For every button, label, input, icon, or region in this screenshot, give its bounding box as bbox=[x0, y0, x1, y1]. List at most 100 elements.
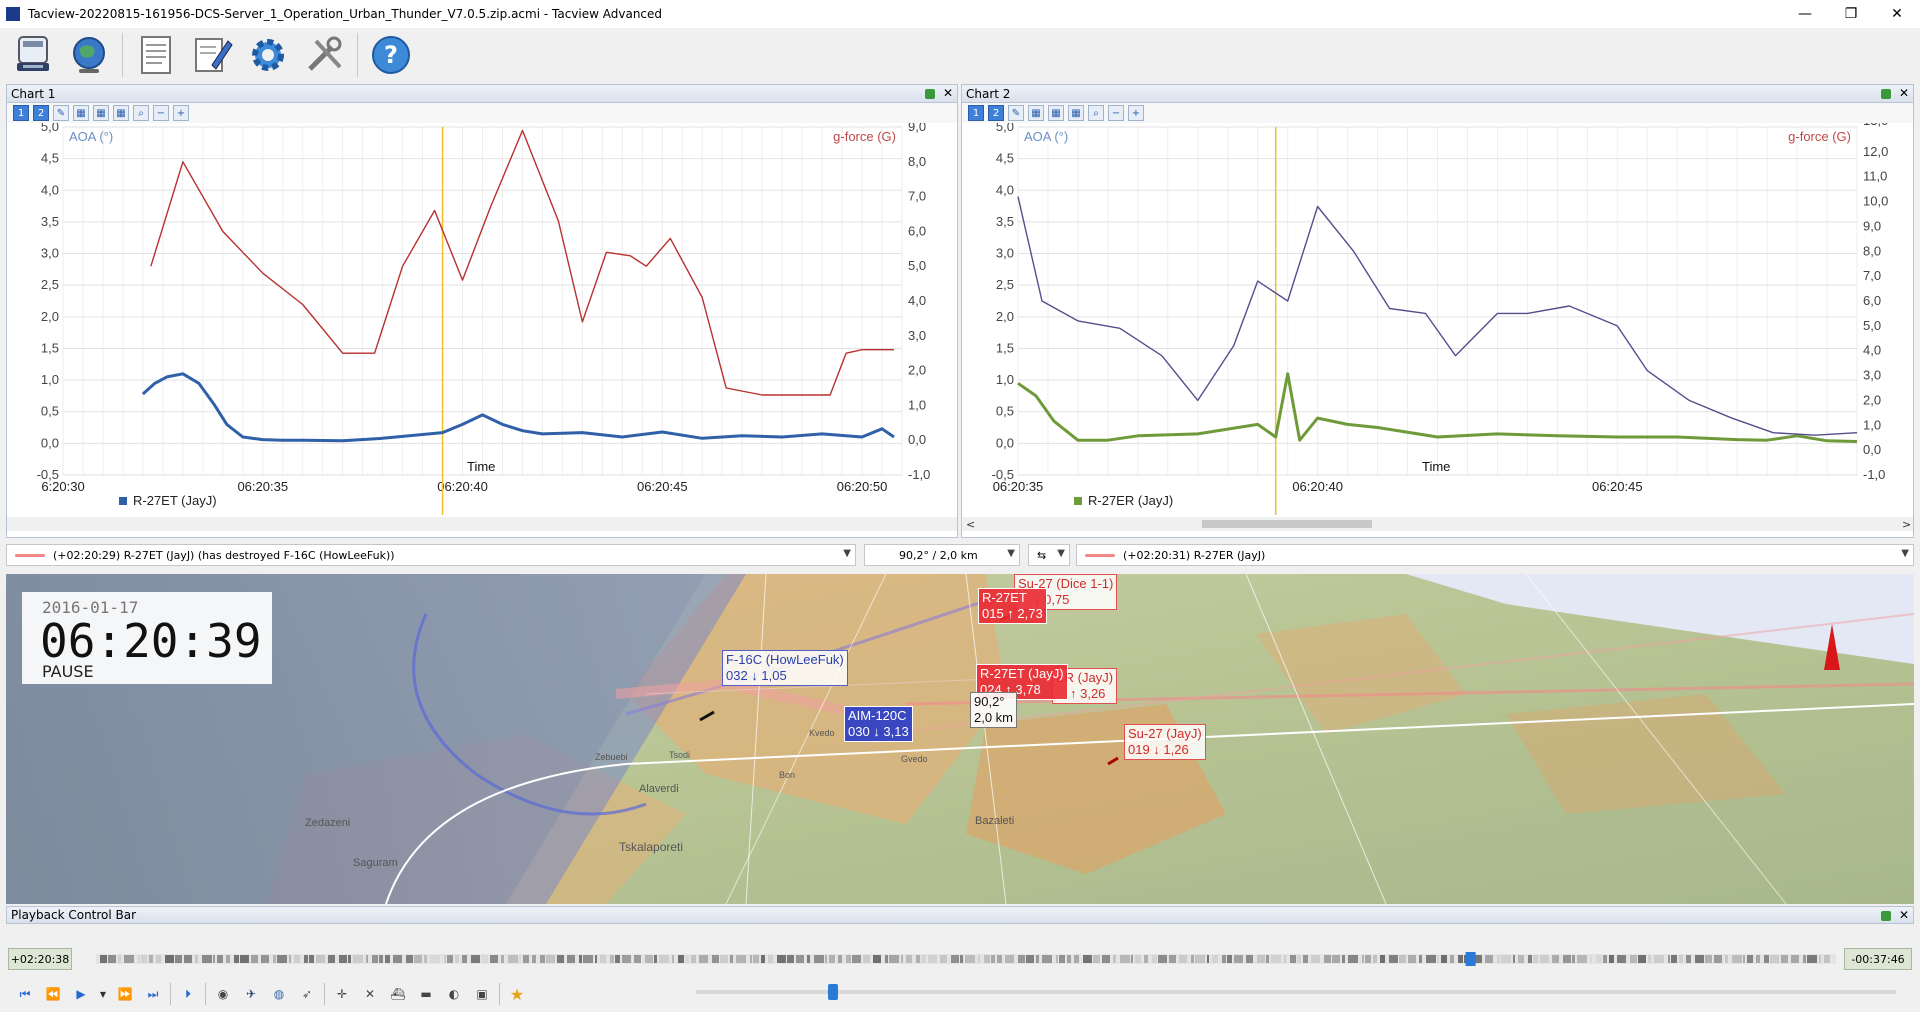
fast-forward-button[interactable]: ⏩ bbox=[114, 983, 136, 1005]
timeline-segment bbox=[217, 955, 223, 963]
pin-icon[interactable] bbox=[1880, 89, 1891, 99]
y2-tick-label: 0,0 bbox=[908, 432, 926, 447]
chart1-highlight-icon[interactable]: ✎ bbox=[53, 105, 69, 121]
chart2-close-button[interactable]: ✕ bbox=[1899, 86, 1909, 100]
missile-view-icon[interactable]: ➶ bbox=[296, 983, 318, 1005]
chart2-highlight-icon[interactable]: ✎ bbox=[1008, 105, 1024, 121]
timeline-segment bbox=[273, 955, 276, 963]
chart1-view-a-icon[interactable]: ▦ bbox=[73, 105, 89, 121]
play-options-dropdown[interactable]: ▼ bbox=[98, 983, 108, 1005]
help-button[interactable]: ? bbox=[366, 30, 416, 80]
rewind-button[interactable]: ⏪ bbox=[42, 983, 64, 1005]
timeline-segment bbox=[1120, 955, 1130, 963]
chart1-view-c-icon[interactable]: ▦ bbox=[113, 105, 129, 121]
chart2-view-c-icon[interactable]: ▦ bbox=[1068, 105, 1084, 121]
playback-close-button[interactable]: ✕ bbox=[1899, 908, 1909, 922]
y2-tick-label: 1,0 bbox=[1863, 417, 1881, 432]
chart2-zoom-fit-icon[interactable]: ⌕ bbox=[1088, 105, 1104, 121]
chart1-zoom-fit-icon[interactable]: ⌕ bbox=[133, 105, 149, 121]
chart2-zoom-out-icon[interactable]: − bbox=[1108, 105, 1124, 121]
chart2-svg[interactable]: 5,04,54,03,53,02,52,01,51,00,50,0-0,512,… bbox=[962, 113, 1913, 537]
object-filter-icon[interactable]: ✛ bbox=[331, 983, 353, 1005]
timeline-segment bbox=[1389, 955, 1398, 963]
y-tick-label: 1,0 bbox=[41, 372, 59, 387]
chart2-view-a-icon[interactable]: ▦ bbox=[1028, 105, 1044, 121]
y-tick-label: 0,5 bbox=[996, 404, 1014, 419]
chart1-area[interactable]: 5,0 4,5 4,0 3,5 3,0 2,5 2,0 1,5 1,0 0,5 0,0 -0,5 9,0… bbox=[7, 119, 957, 537]
document-button[interactable] bbox=[131, 30, 181, 80]
speed-slider-handle[interactable] bbox=[828, 984, 838, 1000]
legend-swatch bbox=[1074, 497, 1082, 505]
chart1-tool-1[interactable]: 1 bbox=[13, 105, 29, 121]
event-log-right-select[interactable]: (+02:20:31) R-27ER (JayJ) ▼ bbox=[1076, 544, 1914, 566]
timeline-svg[interactable] bbox=[96, 952, 1836, 966]
pin-icon[interactable] bbox=[924, 89, 935, 99]
minimize-button[interactable]: — bbox=[1782, 0, 1828, 28]
timeline-segment bbox=[777, 955, 786, 963]
event-log-left-select[interactable]: (+02:20:29) R-27ET (JayJ) (has destroyed… bbox=[6, 544, 856, 566]
angle-distance-select[interactable]: 90,2° / 2,0 km ▼ bbox=[864, 544, 1020, 566]
chart1-zoom-out-icon[interactable]: − bbox=[153, 105, 169, 121]
object-label-f16c[interactable]: F-16C (HowLeeFuk) 032 ↓ 1,05 bbox=[722, 650, 848, 686]
chart2-tool-1[interactable]: 1 bbox=[968, 105, 984, 121]
notepad-button[interactable] bbox=[187, 30, 237, 80]
chart2-area[interactable]: 5,0 4,5 4,0 3,5 3,0 2,5 2,0 1,5 1,0 0,5 0,0 -0,5 12,… bbox=[962, 113, 1913, 537]
timeline-segment bbox=[1036, 955, 1039, 963]
globe-button[interactable] bbox=[64, 30, 114, 80]
timeline-segment bbox=[519, 955, 521, 963]
chart2-zoom-in-icon[interactable]: + bbox=[1128, 105, 1144, 121]
skip-to-end-button[interactable]: ⏭ bbox=[142, 983, 164, 1005]
globe-icon bbox=[73, 37, 105, 73]
timeline-segment bbox=[1102, 955, 1110, 963]
tools-button[interactable] bbox=[299, 30, 349, 80]
terrain-layer-icon[interactable]: ◐ bbox=[443, 983, 465, 1005]
legend-label: R-27ET (JayJ) bbox=[133, 493, 217, 508]
chart1-close-button[interactable]: ✕ bbox=[943, 86, 953, 100]
step-frame-button[interactable]: ⏵ bbox=[177, 983, 199, 1005]
object-label-r27et[interactable]: R-27ET 015 ↑ 2,73 bbox=[978, 588, 1047, 624]
settings-button[interactable] bbox=[243, 30, 293, 80]
chart1-zoom-in-icon[interactable]: + bbox=[173, 105, 189, 121]
globe-view-icon[interactable]: ◍ bbox=[268, 983, 290, 1005]
skip-to-start-button[interactable]: ⏮ bbox=[14, 983, 36, 1005]
event-left-text: (+02:20:29) R-27ET (JayJ) (has destroyed… bbox=[53, 548, 395, 562]
label-options-icon[interactable]: ▣ bbox=[471, 983, 493, 1005]
ship-filter-icon[interactable]: ⛴ bbox=[387, 983, 409, 1005]
object-label-aim120c[interactable]: AIM-120C 030 ↓ 3,13 bbox=[844, 706, 913, 742]
chart1-svg[interactable]: 5,04,54,03,53,02,52,01,51,00,50,0-0,59,0… bbox=[7, 119, 957, 537]
target-mode-select[interactable]: ⇆ ▼ bbox=[1028, 544, 1070, 566]
timeline-segment bbox=[316, 955, 325, 963]
play-button[interactable]: ▶ bbox=[70, 983, 92, 1005]
bookmark-star-icon[interactable]: ★ bbox=[506, 983, 528, 1005]
timeline-track[interactable] bbox=[96, 952, 1836, 966]
timeline-segment bbox=[654, 955, 657, 963]
help-icon: ? bbox=[372, 36, 410, 74]
chart1-tool-2[interactable]: 2 bbox=[33, 105, 49, 121]
camera-mode-icon[interactable]: ◉ bbox=[212, 983, 234, 1005]
timeline-segment bbox=[1533, 955, 1538, 963]
y-tick-label: 3,5 bbox=[996, 214, 1014, 229]
recorder-button[interactable] bbox=[8, 30, 58, 80]
timeline-segment bbox=[251, 955, 258, 963]
timeline-segment bbox=[490, 955, 498, 963]
chart2-tool-2[interactable]: 2 bbox=[988, 105, 1004, 121]
object-label-su27-jayj[interactable]: Su-27 (JayJ) 019 ↓ 1,26 bbox=[1124, 724, 1206, 760]
y-tick-label: 5,0 bbox=[996, 123, 1014, 134]
playback-speed-slider[interactable] bbox=[696, 984, 1896, 1000]
document-icon bbox=[141, 36, 171, 74]
maximize-button[interactable]: ❐ bbox=[1828, 0, 1874, 28]
aircraft-icon[interactable]: ✈ bbox=[240, 983, 262, 1005]
ground-filter-icon[interactable]: ✕ bbox=[359, 983, 381, 1005]
3d-view[interactable]: Kvedo Tsodi Zebuebi Alaverdi Bon Gvedo B… bbox=[6, 574, 1914, 904]
timeline-segment bbox=[984, 955, 990, 963]
close-window-button[interactable]: ✕ bbox=[1874, 0, 1920, 28]
timeline-segment bbox=[610, 955, 614, 963]
tank-filter-icon[interactable]: ▬ bbox=[415, 983, 437, 1005]
chart2-view-b-icon[interactable]: ▦ bbox=[1048, 105, 1064, 121]
pin-icon[interactable] bbox=[1880, 911, 1891, 921]
y-tick-label: 1,0 bbox=[996, 372, 1014, 387]
settings-gear-icon bbox=[252, 39, 284, 71]
timeline-segment bbox=[1311, 955, 1320, 963]
chart1-view-b-icon[interactable]: ▦ bbox=[93, 105, 109, 121]
timeline-segment bbox=[615, 955, 620, 963]
